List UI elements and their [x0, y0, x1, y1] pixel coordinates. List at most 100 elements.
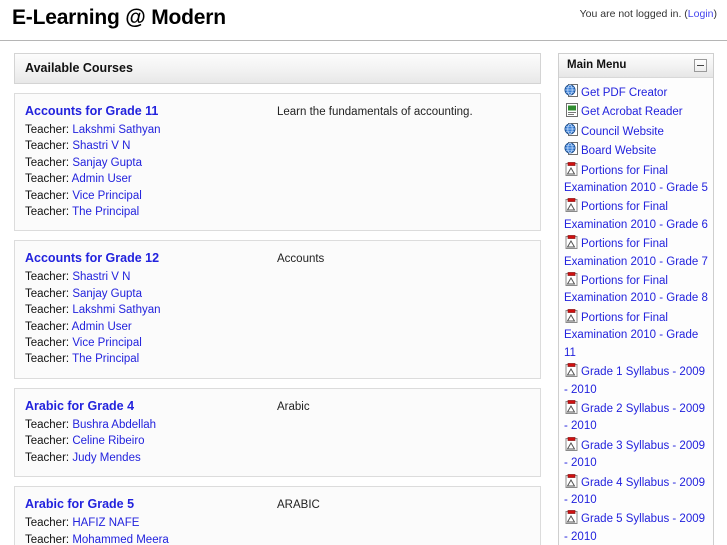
teacher-label: Teacher:: [25, 156, 70, 169]
course-teacher-row: Teacher: Sanjay Gupta: [25, 155, 277, 171]
teacher-name-link[interactable]: Shastri V N: [72, 140, 130, 152]
teacher-name-link[interactable]: Lakshmi Sathyan: [72, 124, 160, 136]
teacher-label: Teacher:: [25, 353, 70, 366]
course-title-link[interactable]: Arabic for Grade 5: [25, 496, 277, 513]
teacher-name-link[interactable]: Admin User: [72, 173, 132, 185]
course-teacher-row: Teacher: Admin User: [25, 171, 277, 187]
course-title-link[interactable]: Accounts for Grade 12: [25, 250, 277, 267]
main-menu-item-link[interactable]: Grade 2 Syllabus - 2009 - 2010: [564, 403, 705, 432]
teacher-name-link[interactable]: The Principal: [72, 353, 139, 365]
main-menu-item[interactable]: Portions for Final Examination 2010 - Gr…: [564, 308, 709, 362]
teacher-name-link[interactable]: Sanjay Gupta: [72, 157, 142, 169]
teacher-name-link[interactable]: Judy Mendes: [72, 452, 140, 464]
collapse-minus-icon[interactable]: [694, 59, 707, 72]
course-teacher-row: Teacher: Vice Principal: [25, 335, 277, 351]
main-menu-item[interactable]: Get PDF Creator: [564, 83, 709, 102]
course-teacher-row: Teacher: Lakshmi Sathyan: [25, 302, 277, 318]
login-link[interactable]: Login: [688, 8, 714, 20]
course-title-link[interactable]: Arabic for Grade 4: [25, 398, 277, 415]
login-status-close: ): [713, 8, 718, 20]
course-info: Arabic for Grade 5 Teacher: HAFIZ NAFE Tea…: [25, 496, 277, 545]
course-title-link[interactable]: Accounts for Grade 11: [25, 103, 277, 120]
pdf-icon: [564, 308, 580, 324]
main-menu-item-link[interactable]: Get Acrobat Reader: [581, 106, 683, 118]
course-teacher-row: Teacher: The Principal: [25, 204, 277, 220]
main-menu-item-link[interactable]: Grade 4 Syllabus - 2009 - 2010: [564, 477, 705, 506]
course-teacher-row: Teacher: HAFIZ NAFE: [25, 515, 277, 531]
main-menu-item[interactable]: Portions for Final Examination 2010 - Gr…: [564, 234, 709, 271]
course-teacher-row: Teacher: Mohammed Meera: [25, 532, 277, 545]
main-menu-item[interactable]: Board Website: [564, 141, 709, 160]
course-teacher-row: Teacher: Shastri V N: [25, 269, 277, 285]
main-menu-item-link[interactable]: Portions for Final Examination 2010 - Gr…: [564, 275, 708, 304]
teacher-label: Teacher:: [25, 271, 70, 284]
course-info: Arabic for Grade 4 Teacher: Bushra Abdell…: [25, 398, 277, 466]
courses-column: Available Courses Accounts for Grade 11 T…: [14, 53, 541, 545]
teacher-label: Teacher:: [25, 320, 70, 333]
main-menu-item[interactable]: Portions for Final Examination 2010 - Gr…: [564, 271, 709, 308]
course-teacher-row: Teacher: Shastri V N: [25, 138, 277, 154]
teacher-name-link[interactable]: Lakshmi Sathyan: [72, 304, 160, 316]
teacher-label: Teacher:: [25, 451, 70, 464]
login-status-text: You are not logged in. (: [579, 8, 688, 20]
teacher-name-link[interactable]: HAFIZ NAFE: [72, 517, 139, 529]
main-menu-item[interactable]: Portions for Final Examination 2010 - Gr…: [564, 197, 709, 234]
course-list: Accounts for Grade 11 Teacher: Lakshmi Sa…: [14, 93, 541, 545]
main-menu-item[interactable]: Grade 5 Syllabus - 2009 - 2010: [564, 509, 709, 545]
main-menu-item[interactable]: Grade 2 Syllabus - 2009 - 2010: [564, 399, 709, 436]
teacher-name-link[interactable]: Vice Principal: [72, 190, 141, 202]
main-menu-item-link[interactable]: Portions for Final Examination 2010 - Gr…: [564, 165, 708, 194]
pdf-icon: [564, 509, 580, 525]
course-teacher-row: Teacher: Celine Ribeiro: [25, 433, 277, 449]
course-inner: Accounts for Grade 11 Teacher: Lakshmi Sa…: [25, 103, 530, 220]
main-menu-item-link[interactable]: Board Website: [581, 145, 656, 157]
teacher-label: Teacher:: [25, 173, 70, 186]
main-menu-item[interactable]: Grade 3 Syllabus - 2009 - 2010: [564, 436, 709, 473]
main-menu-header: Main Menu: [559, 54, 713, 78]
main-menu-item-link[interactable]: Portions for Final Examination 2010 - Gr…: [564, 238, 708, 267]
teacher-name-link[interactable]: Sanjay Gupta: [72, 288, 142, 300]
teacher-name-link[interactable]: The Principal: [72, 206, 139, 218]
course-box: Arabic for Grade 5 Teacher: HAFIZ NAFE Tea…: [14, 486, 541, 545]
course-teacher-row: Teacher: Admin User: [25, 319, 277, 335]
main-menu-item-link[interactable]: Grade 5 Syllabus - 2009 - 2010: [564, 513, 705, 542]
course-inner: Arabic for Grade 5 Teacher: HAFIZ NAFE Tea…: [25, 496, 530, 545]
course-teacher-row: Teacher: Lakshmi Sathyan: [25, 122, 277, 138]
main-menu-item-link[interactable]: Portions for Final Examination 2010 - Gr…: [564, 201, 708, 230]
main-menu-item[interactable]: Get Acrobat Reader: [564, 102, 709, 121]
main-menu-item[interactable]: Grade 1 Syllabus - 2009 - 2010: [564, 362, 709, 399]
teacher-label: Teacher:: [25, 304, 70, 317]
teacher-name-link[interactable]: Celine Ribeiro: [72, 435, 144, 447]
course-teacher-row: Teacher: The Principal: [25, 351, 277, 367]
teacher-label: Teacher:: [25, 189, 70, 202]
main-menu-title: Main Menu: [567, 59, 627, 71]
teacher-name-link[interactable]: Mohammed Meera: [72, 534, 169, 545]
main-menu-item-link[interactable]: Council Website: [581, 126, 664, 138]
course-summary: Arabic: [277, 400, 310, 413]
main-menu-item[interactable]: Portions for Final Examination 2010 - Gr…: [564, 161, 709, 198]
main-menu-item-link[interactable]: Portions for Final Examination 2010 - Gr…: [564, 312, 698, 359]
main-menu-item[interactable]: Grade 4 Syllabus - 2009 - 2010: [564, 473, 709, 510]
main-menu-item-link[interactable]: Grade 1 Syllabus - 2009 - 2010: [564, 366, 705, 395]
main-menu-block: Main Menu Get PDF Creator Get Acrobat Rea…: [558, 53, 714, 545]
document-icon: [564, 102, 580, 118]
teacher-name-link[interactable]: Vice Principal: [72, 337, 141, 349]
pdf-icon: [564, 436, 580, 452]
teacher-name-link[interactable]: Admin User: [72, 321, 132, 333]
teacher-label: Teacher:: [25, 418, 70, 431]
teacher-name-link[interactable]: Bushra Abdellah: [72, 419, 156, 431]
main-menu-item-link[interactable]: Get PDF Creator: [581, 87, 667, 99]
course-inner: Accounts for Grade 12 Teacher: Shastri V …: [25, 250, 530, 367]
course-teacher-row: Teacher: Bushra Abdellah: [25, 417, 277, 433]
teacher-name-link[interactable]: Shastri V N: [72, 271, 130, 283]
main-menu-item[interactable]: Council Website: [564, 122, 709, 141]
teacher-label: Teacher:: [25, 287, 70, 300]
course-box: Accounts for Grade 11 Teacher: Lakshmi Sa…: [14, 93, 541, 232]
web-link-icon: [564, 141, 580, 157]
pdf-icon: [564, 399, 580, 415]
course-info: Accounts for Grade 12 Teacher: Shastri V …: [25, 250, 277, 367]
page-header: E-Learning @ Modern You are not logged i…: [0, 0, 727, 41]
sidebar-column: Main Menu Get PDF Creator Get Acrobat Rea…: [558, 53, 714, 545]
course-teacher-row: Teacher: Sanjay Gupta: [25, 286, 277, 302]
main-menu-item-link[interactable]: Grade 3 Syllabus - 2009 - 2010: [564, 440, 705, 469]
